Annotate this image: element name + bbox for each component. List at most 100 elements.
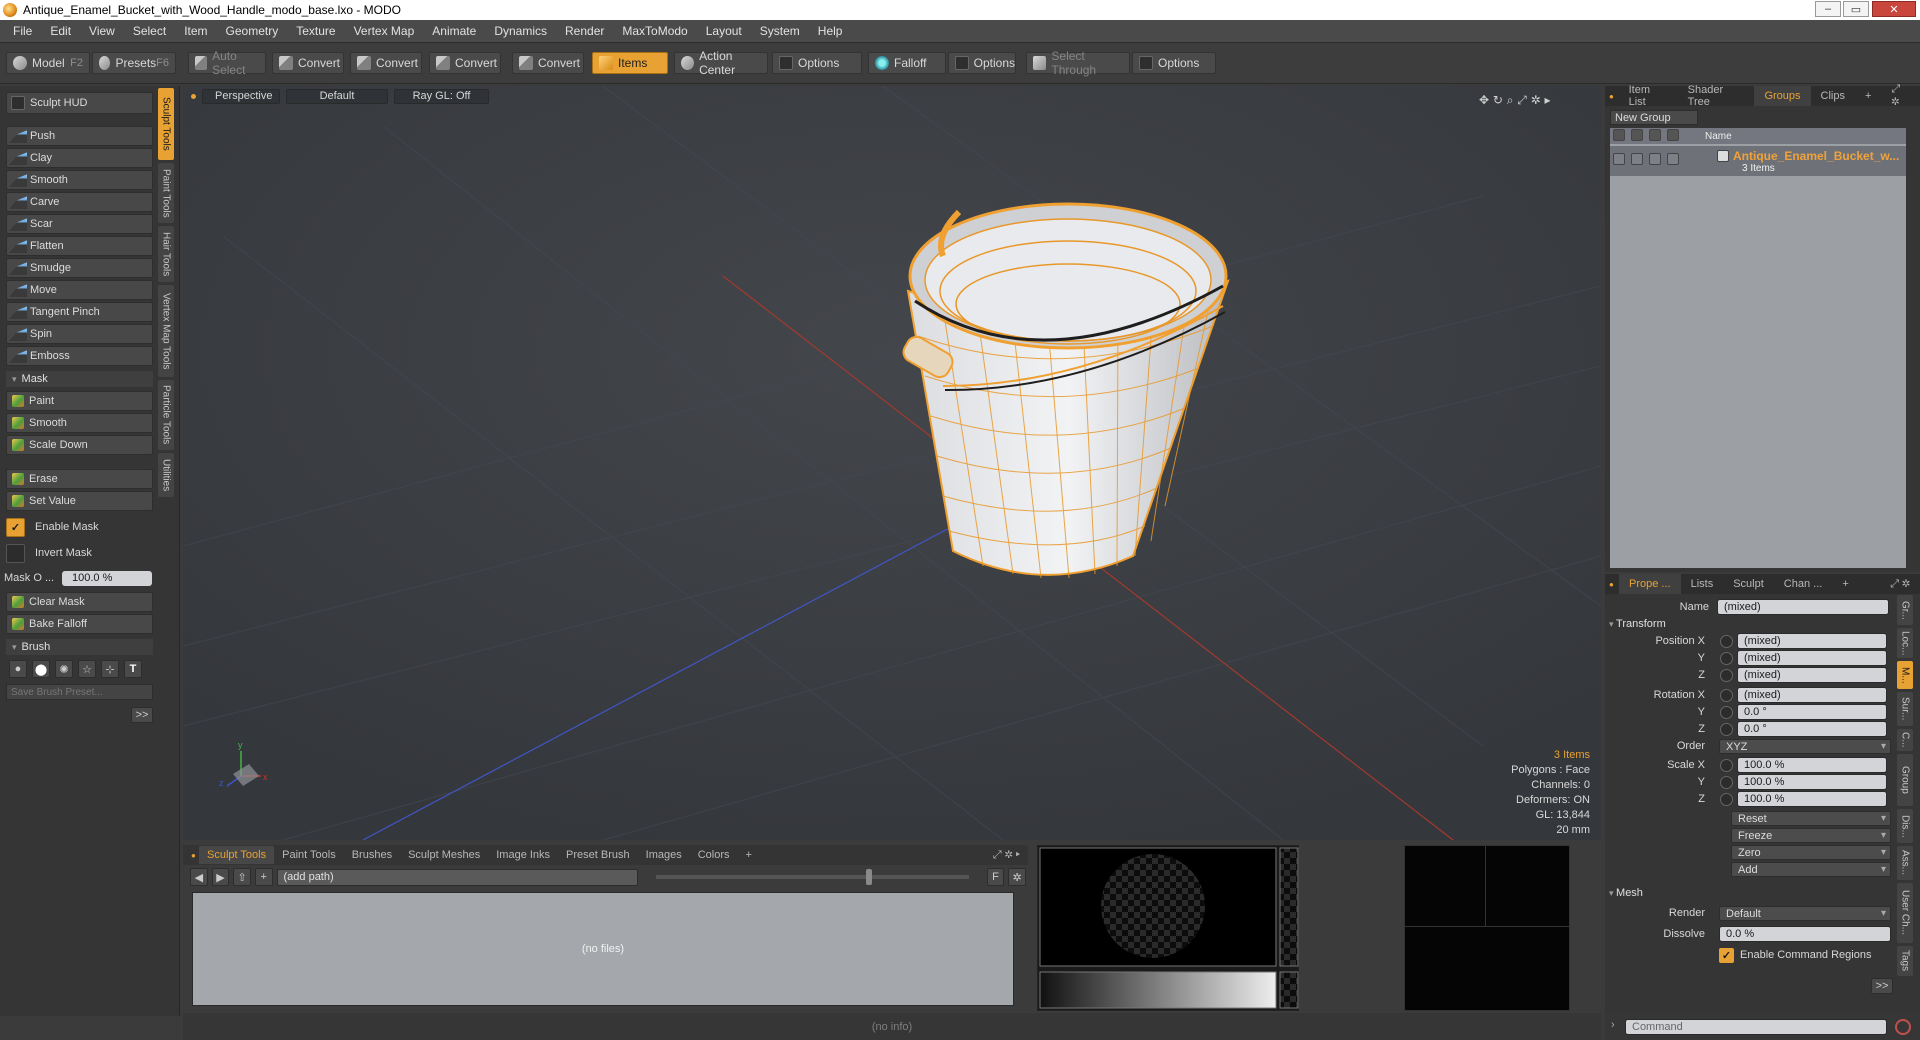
action-center-button[interactable]: Action Center: [674, 49, 768, 77]
side-tab-assembly[interactable]: Ass...: [1897, 846, 1913, 880]
tab-colors[interactable]: Colors: [690, 846, 738, 864]
tab-brushes[interactable]: Brushes: [344, 846, 400, 864]
tool-push[interactable]: Push: [6, 126, 153, 146]
filter-icon[interactable]: F: [986, 868, 1005, 886]
panel-options-icons[interactable]: ⤢ ✲: [1881, 83, 1920, 108]
enable-command-regions-checkbox[interactable]: ✓ Enable Command Regions: [1719, 946, 1909, 964]
scale-x-key-icon[interactable]: [1720, 759, 1733, 772]
side-tab-tags[interactable]: Tags: [1897, 946, 1913, 976]
enable-mask-checkbox[interactable]: ✓ Enable Mask: [6, 516, 153, 538]
forward-arrow-icon[interactable]: ▶: [211, 868, 230, 886]
back-arrow-icon[interactable]: ◀: [190, 868, 208, 886]
render-toggle-icon[interactable]: [1631, 153, 1643, 165]
sculpt-hud-button[interactable]: Sculpt HUD: [6, 92, 153, 114]
tab-paint-tools[interactable]: Paint Tools: [158, 163, 174, 223]
panel-options-icons[interactable]: ⤢ ✲ ▸: [985, 846, 1028, 864]
tool-emboss[interactable]: Emboss: [6, 346, 153, 366]
position-y-key-icon[interactable]: [1720, 652, 1733, 665]
tool-spin[interactable]: Spin: [6, 324, 153, 344]
position-x-key-icon[interactable]: [1720, 635, 1733, 648]
convert-materials-button[interactable]: Convert: [512, 52, 584, 74]
menu-system[interactable]: System: [751, 24, 809, 38]
tab-sculpt-tools-browser[interactable]: Sculpt Tools: [199, 846, 275, 864]
tab-shader-tree[interactable]: Shader Tree: [1678, 84, 1755, 108]
side-tab-mesh[interactable]: M...: [1897, 661, 1913, 689]
side-tab-group[interactable]: Group: [1897, 754, 1913, 806]
rotation-z-key-icon[interactable]: [1720, 723, 1733, 736]
mask-section-header[interactable]: Mask: [6, 371, 153, 387]
mask-paint-button[interactable]: Paint: [6, 391, 153, 411]
menu-texture[interactable]: Texture: [287, 24, 344, 38]
clear-mask-button[interactable]: Clear Mask: [6, 592, 153, 612]
mesh-section-header[interactable]: Mesh: [1609, 887, 1643, 899]
tab-channels[interactable]: Chan ...: [1774, 574, 1833, 594]
rotation-x-key-icon[interactable]: [1720, 689, 1733, 702]
visibility-icon[interactable]: [1613, 129, 1625, 141]
menu-help[interactable]: Help: [809, 24, 852, 38]
maximize-button[interactable]: ▭: [1843, 1, 1869, 17]
menu-view[interactable]: View: [80, 24, 124, 38]
position-z-key-icon[interactable]: [1720, 669, 1733, 682]
position-x-field[interactable]: (mixed): [1737, 633, 1887, 649]
new-group-button[interactable]: New Group: [1610, 110, 1698, 125]
tab-image-inks[interactable]: Image Inks: [488, 846, 558, 864]
menu-item[interactable]: Item: [175, 24, 216, 38]
tool-move[interactable]: Move: [6, 280, 153, 300]
select-icon[interactable]: [1667, 129, 1679, 141]
group-row[interactable]: Antique_Enamel_Bucket_w... 3 Items: [1610, 146, 1906, 176]
scale-z-key-icon[interactable]: [1720, 793, 1733, 806]
freeze-dropdown[interactable]: Freeze: [1731, 828, 1891, 843]
groups-list[interactable]: Name Antique_Enamel_Bucket_w... 3 Items: [1610, 128, 1906, 568]
transform-section-header[interactable]: Transform: [1609, 618, 1666, 630]
eye-icon[interactable]: [1613, 153, 1625, 165]
view-style-dropdown[interactable]: Default: [286, 88, 388, 104]
invert-mask-checkbox[interactable]: Invert Mask: [6, 542, 153, 564]
rotation-order-dropdown[interactable]: XYZ: [1719, 739, 1891, 754]
lock-icon[interactable]: [1649, 129, 1661, 141]
expand-more-button[interactable]: >>: [131, 707, 153, 723]
command-input[interactable]: Command: [1625, 1019, 1887, 1035]
scale-y-field[interactable]: 100.0 %: [1737, 774, 1887, 790]
render-dropdown[interactable]: Default: [1719, 906, 1891, 921]
tab-paint-tools-browser[interactable]: Paint Tools: [274, 846, 344, 864]
erase-button[interactable]: Erase: [6, 469, 153, 489]
position-y-field[interactable]: (mixed): [1737, 650, 1887, 666]
viewport-menu-dot[interactable]: [191, 93, 196, 99]
tab-sculpt[interactable]: Sculpt: [1723, 574, 1774, 594]
hard-brush-icon[interactable]: ⬤: [32, 660, 50, 678]
side-tab-locator[interactable]: Loc...: [1897, 628, 1913, 658]
add-tab-icon[interactable]: +: [738, 846, 760, 864]
mask-opacity-field[interactable]: 100.0 %: [62, 570, 152, 586]
menu-render[interactable]: Render: [556, 24, 613, 38]
menu-layout[interactable]: Layout: [697, 24, 751, 38]
convert-polygons-button[interactable]: Convert: [429, 52, 501, 74]
mask-scale-down-button[interactable]: Scale Down: [6, 435, 153, 455]
presets-button[interactable]: Presets F6: [92, 52, 176, 74]
rotation-x-field[interactable]: (mixed): [1737, 687, 1887, 703]
add-path-icon[interactable]: +: [254, 868, 273, 886]
lock-toggle-icon[interactable]: [1649, 153, 1661, 165]
panel-menu-dot[interactable]: ●: [183, 846, 199, 864]
zero-dropdown[interactable]: Zero: [1731, 845, 1891, 860]
raygl-toggle[interactable]: Ray GL: Off: [394, 88, 489, 104]
splat-brush-icon[interactable]: ✺: [55, 660, 73, 678]
convert-edges-button[interactable]: Convert: [350, 52, 422, 74]
file-list-area[interactable]: (no files): [192, 892, 1014, 1006]
side-tab-general[interactable]: Gr...: [1897, 595, 1913, 625]
select-through-options-button[interactable]: Options: [1132, 52, 1216, 74]
tool-smudge[interactable]: Smudge: [6, 258, 153, 278]
side-tab-surface[interactable]: Sur...: [1897, 692, 1913, 726]
tab-properties[interactable]: Prope ...: [1619, 574, 1681, 594]
rotation-y-key-icon[interactable]: [1720, 706, 1733, 719]
items-mode-button[interactable]: Items: [592, 52, 668, 74]
side-tab-user-channels[interactable]: User Ch...: [1897, 883, 1913, 943]
model-layout-button[interactable]: Model F2: [6, 52, 90, 74]
render-icon[interactable]: [1631, 129, 1643, 141]
tool-clay[interactable]: Clay: [6, 148, 153, 168]
reset-dropdown[interactable]: Reset: [1731, 811, 1891, 826]
tab-images[interactable]: Images: [638, 846, 690, 864]
up-folder-icon[interactable]: ⇧: [233, 868, 251, 886]
view-type-dropdown[interactable]: Perspective: [202, 88, 280, 104]
star-brush-icon[interactable]: ☆: [78, 660, 96, 678]
properties-more-button[interactable]: >>: [1871, 978, 1893, 994]
